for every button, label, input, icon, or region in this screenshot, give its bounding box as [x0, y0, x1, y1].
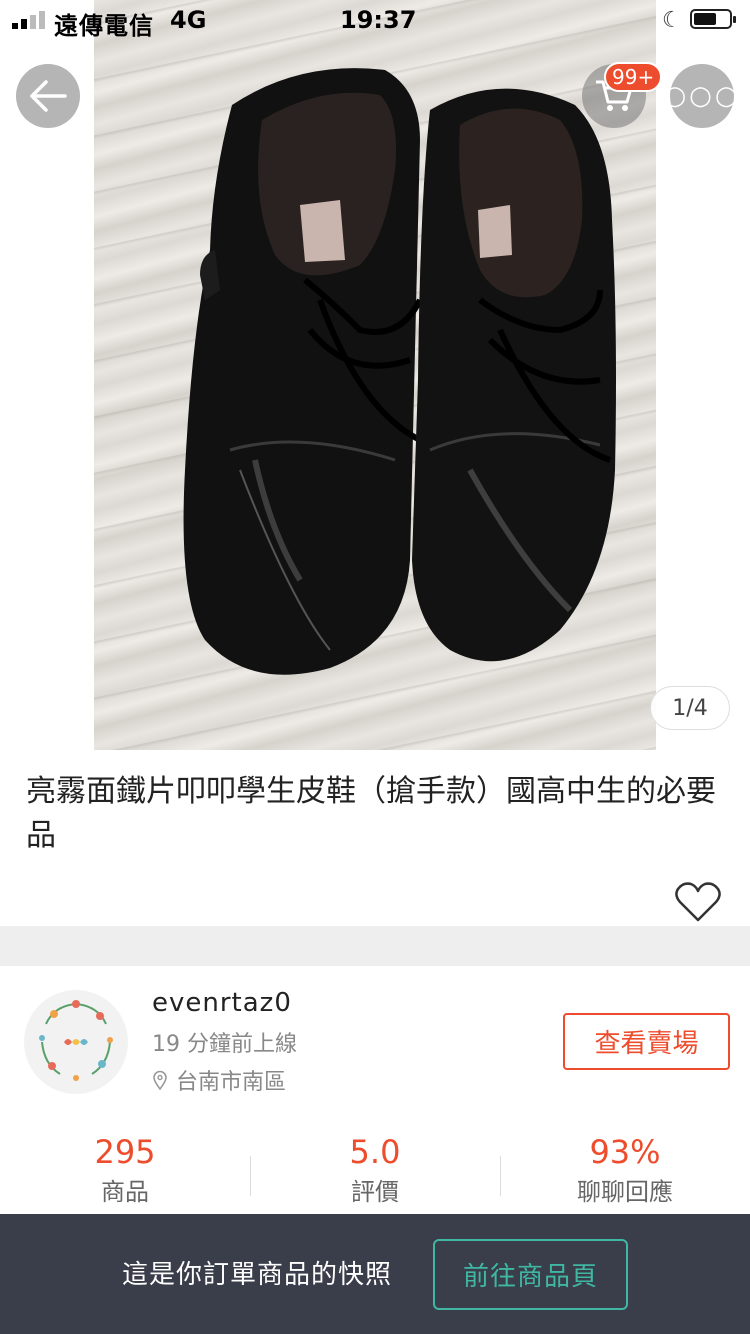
- status-time: 19:37: [340, 6, 417, 34]
- stat-divider: [500, 1156, 501, 1196]
- stat-value: 93%: [589, 1133, 661, 1171]
- stat-chat-response[interactable]: 93% 聊聊回應: [500, 1130, 750, 1210]
- stat-products[interactable]: 295 商品: [0, 1130, 250, 1210]
- seller-stats: 295 商品 5.0 評價 93% 聊聊回應: [0, 1130, 750, 1220]
- seller-last-online: 19 分鐘前上線: [152, 1032, 297, 1057]
- status-bar: 遠傳電信 4G 19:37 ☾: [0, 0, 750, 40]
- seller-avatar[interactable]: [24, 990, 128, 1094]
- snapshot-notice: 這是你訂單商品的快照: [122, 1260, 393, 1290]
- battery-icon: [690, 9, 736, 29]
- stat-label: 商品: [101, 1178, 149, 1206]
- stat-label: 聊聊回應: [577, 1178, 673, 1206]
- arrow-left-icon: [30, 80, 67, 112]
- image-pager: 1/4: [650, 686, 730, 730]
- seller-location-text: 台南市南區: [176, 1070, 287, 1095]
- view-shop-button[interactable]: 查看賣場: [563, 1013, 730, 1070]
- back-button[interactable]: [16, 64, 80, 128]
- network-type: 4G: [170, 6, 207, 34]
- product-title: 亮霧面鐵片叩叩學生皮鞋（搶手款）國高中生的必要品: [26, 774, 716, 853]
- seller-location: 台南市南區: [152, 1064, 286, 1096]
- goto-product-button[interactable]: 前往商品頁: [433, 1239, 628, 1310]
- cart-badge: 99+: [604, 62, 663, 92]
- stat-rating[interactable]: 5.0 評價: [250, 1130, 500, 1210]
- seller-name[interactable]: evenrtaz0: [152, 988, 292, 1018]
- heart-icon[interactable]: [674, 880, 722, 924]
- stat-value: 5.0: [349, 1133, 401, 1171]
- stat-label: 評價: [351, 1178, 399, 1206]
- floral-wreath-icon: [39, 1000, 113, 1081]
- carrier-name: 遠傳電信: [54, 12, 154, 40]
- snapshot-bottom-bar: 這是你訂單商品的快照 前往商品頁: [0, 1214, 750, 1334]
- section-divider: [0, 926, 750, 966]
- stat-value: 295: [94, 1133, 156, 1171]
- location-pin-icon: [153, 1070, 167, 1090]
- stat-divider: [250, 1156, 251, 1196]
- moon-icon: ☾: [662, 8, 682, 33]
- more-button[interactable]: ○○○: [663, 64, 738, 128]
- signal-icon: [12, 11, 45, 29]
- ellipsis-icon: ○○○: [663, 81, 741, 111]
